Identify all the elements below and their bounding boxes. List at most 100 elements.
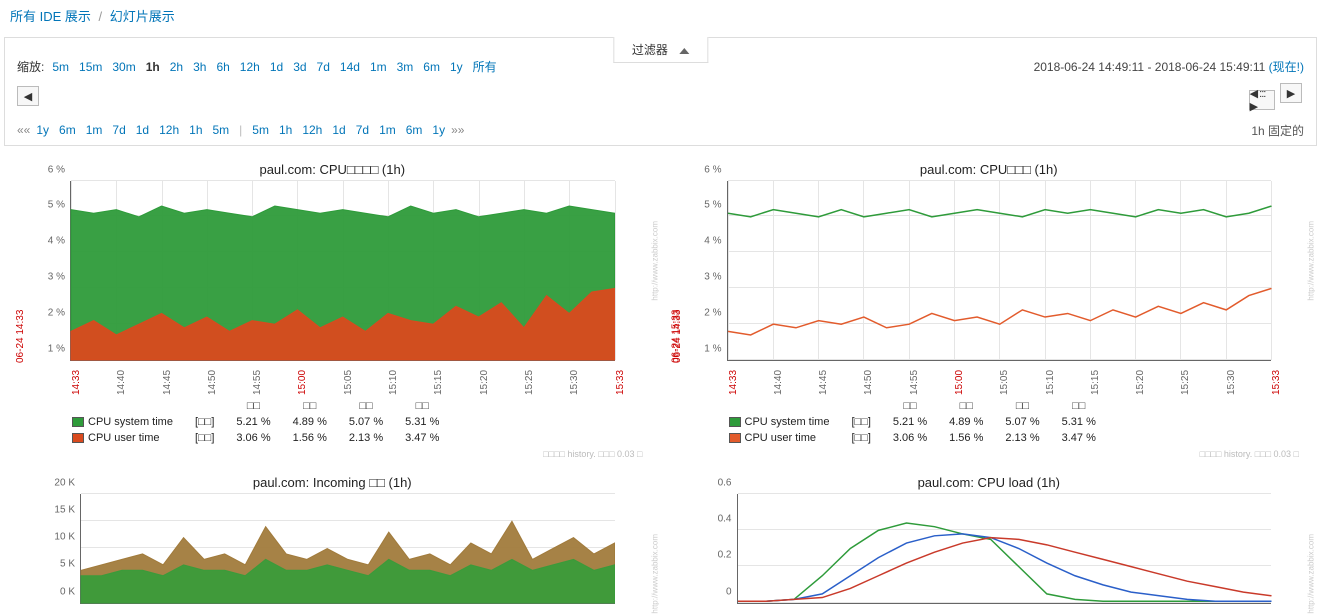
chart-title: paul.com: Incoming □□ (1h) (10, 475, 655, 490)
shift-right-12h[interactable]: 12h (298, 123, 326, 137)
x-tick-label: 14:33 (728, 369, 739, 394)
side-label-start: 06-24 14:33 (672, 309, 683, 362)
legend-row: CPU user time[□□]3.06 %1.56 %2.13 %3.47 … (62, 431, 449, 445)
chart-title: paul.com: CPU□□□ (1h) (667, 162, 1312, 177)
shift-left-1y[interactable]: 1y (32, 123, 53, 137)
x-tick-label: 15:30 (569, 369, 580, 394)
watermark: http://www.zabbix.com (1307, 221, 1316, 301)
x-tick-label: 15:15 (1090, 369, 1101, 394)
zoom-7d[interactable]: 7d (313, 60, 334, 74)
zoom-15m[interactable]: 15m (75, 60, 106, 74)
shift-right-7d[interactable]: 7d (352, 123, 373, 137)
chart-plot-area: 00.20.40.6http://www.zabbix.com (737, 494, 1272, 604)
shift-left-1h[interactable]: 1h (185, 123, 206, 137)
zoom-presets: 缩放: 5m15m30m1h2h3h6h12h1d3d7d14d1m3m6m1y… (17, 58, 501, 75)
shift-left-1m[interactable]: 1m (82, 123, 107, 137)
y-tick-label: 0.6 (696, 477, 732, 488)
x-tick-label: 15:33 (615, 369, 626, 394)
link-slideshow[interactable]: 幻灯片展示 (110, 9, 175, 24)
chart-cell-0: paul.com: CPU□□□□ (1h) 1 %2 %3 %4 %5 %6 %… (4, 154, 661, 467)
chart-plot-area: 1 %2 %3 %4 %5 %6 %14:3314:4014:4514:5014… (70, 181, 615, 361)
zoom-2h[interactable]: 2h (166, 60, 187, 74)
chart-title: paul.com: CPU□□□□ (1h) (10, 162, 655, 177)
shift-right-6m[interactable]: 6m (402, 123, 427, 137)
y-tick-label: 3 % (29, 271, 65, 282)
zoom-1d[interactable]: 1d (266, 60, 287, 74)
shift-right-5m[interactable]: 5m (248, 123, 273, 137)
zoom-1y[interactable]: 1y (446, 60, 467, 74)
zoom-所有[interactable]: 所有 (469, 58, 501, 75)
separator: | (239, 123, 242, 137)
x-tick-label: 15:10 (1045, 369, 1056, 394)
zoom-5m[interactable]: 5m (48, 60, 73, 74)
y-tick-label: 4 % (686, 236, 722, 247)
shift-left-1d[interactable]: 1d (132, 123, 153, 137)
time-range-display: 2018-06-24 14:49:11 - 2018-06-24 15:49:1… (1034, 58, 1304, 75)
x-tick-label: 14:40 (116, 369, 127, 394)
top-view-links: 所有 IDE 展示 / 幻灯片展示 (0, 0, 1321, 31)
shift-right-1d[interactable]: 1d (328, 123, 349, 137)
y-tick-label: 3 % (686, 271, 722, 282)
nav-range-button[interactable]: ◀ ::: ▶ (1249, 90, 1275, 110)
nav-prev-button[interactable]: ◀ (17, 86, 39, 106)
x-tick-label: 15:25 (1180, 369, 1191, 394)
gridline-v (1271, 181, 1272, 360)
legend-row: CPU system time[□□]5.21 %4.89 %5.07 %5.3… (62, 415, 449, 429)
nav-shift-links: «« 1y6m1m7d1d12h1h5m|5m1h12h1d7d1m6m1y »… (5, 120, 1316, 145)
zoom-3h[interactable]: 3h (189, 60, 210, 74)
time-to: 2018-06-24 15:49:11 (1155, 60, 1266, 74)
zoom-6m[interactable]: 6m (419, 60, 444, 74)
shift-right-1y[interactable]: 1y (428, 123, 449, 137)
fixed-label: 1h 固定的 (1251, 122, 1304, 139)
zoom-1m[interactable]: 1m (366, 60, 391, 74)
x-tick-label: 14:50 (207, 369, 218, 394)
x-tick-label: 14:33 (71, 369, 82, 394)
y-tick-label: 0.4 (696, 513, 732, 524)
chevron-up-icon (679, 48, 689, 54)
shift-left-5m[interactable]: 5m (209, 123, 234, 137)
time-from: 2018-06-24 14:49:11 (1034, 60, 1145, 74)
x-tick-label: 15:25 (524, 369, 535, 394)
nav-next-button[interactable]: ▶ (1280, 83, 1302, 103)
shift-right-1m[interactable]: 1m (375, 123, 400, 137)
chart-plot-area: 1 %2 %3 %4 %5 %6 %14:3314:4014:4514:5014… (727, 181, 1272, 361)
legend-table: □□□□□□□□CPU system time[□□]5.21 %4.89 %5… (717, 397, 1108, 447)
plot-svg (738, 494, 1272, 603)
y-tick-label: 0.2 (696, 550, 732, 561)
zoom-3m[interactable]: 3m (393, 60, 418, 74)
link-now[interactable]: (现在!) (1269, 60, 1304, 74)
y-tick-label: 15 K (39, 504, 75, 515)
y-tick-label: 0 (696, 586, 732, 597)
y-tick-label: 5 K (39, 559, 75, 570)
shift-left-7d[interactable]: 7d (108, 123, 129, 137)
chart-title: paul.com: CPU load (1h) (667, 475, 1312, 490)
y-tick-label: 2 % (29, 307, 65, 318)
zoom-label: 缩放: (17, 58, 44, 75)
y-tick-label: 6 % (686, 164, 722, 175)
zoom-14d[interactable]: 14d (336, 60, 364, 74)
shift-right-1h[interactable]: 1h (275, 123, 296, 137)
y-tick-label: 1 % (686, 343, 722, 354)
shift-left-12h[interactable]: 12h (155, 123, 183, 137)
filter-toggle-tab[interactable]: 过滤器 (613, 37, 708, 63)
shift-left-6m[interactable]: 6m (55, 123, 80, 137)
shift-right-more: »» (451, 123, 464, 137)
chart-cell-3: paul.com: CPU load (1h) 00.20.40.6http://… (661, 467, 1318, 612)
zoom-6h[interactable]: 6h (212, 60, 233, 74)
zoom-1h[interactable]: 1h (142, 60, 164, 74)
watermark: http://www.zabbix.com (651, 221, 660, 301)
zoom-3d[interactable]: 3d (289, 60, 310, 74)
y-tick-label: 10 K (39, 532, 75, 543)
chart-cell-2: paul.com: Incoming □□ (1h)0 K5 K10 K15 K… (4, 467, 661, 612)
x-tick-label: 15:20 (1135, 369, 1146, 394)
link-all-ide[interactable]: 所有 IDE 展示 (10, 9, 91, 24)
history-text: □□□□ history. □□□ 0.03 □ (10, 449, 655, 459)
x-tick-label: 15:00 (954, 369, 965, 394)
zoom-30m[interactable]: 30m (108, 60, 139, 74)
chart-plot-area: 0 K5 K10 K15 K20 Khttp://www.zabbix.com (80, 494, 615, 604)
y-tick-label: 0 K (39, 586, 75, 597)
shift-left-more: «« (17, 123, 30, 137)
y-tick-label: 6 % (29, 164, 65, 175)
zoom-12h[interactable]: 12h (236, 60, 264, 74)
x-tick-label: 15:05 (343, 369, 354, 394)
